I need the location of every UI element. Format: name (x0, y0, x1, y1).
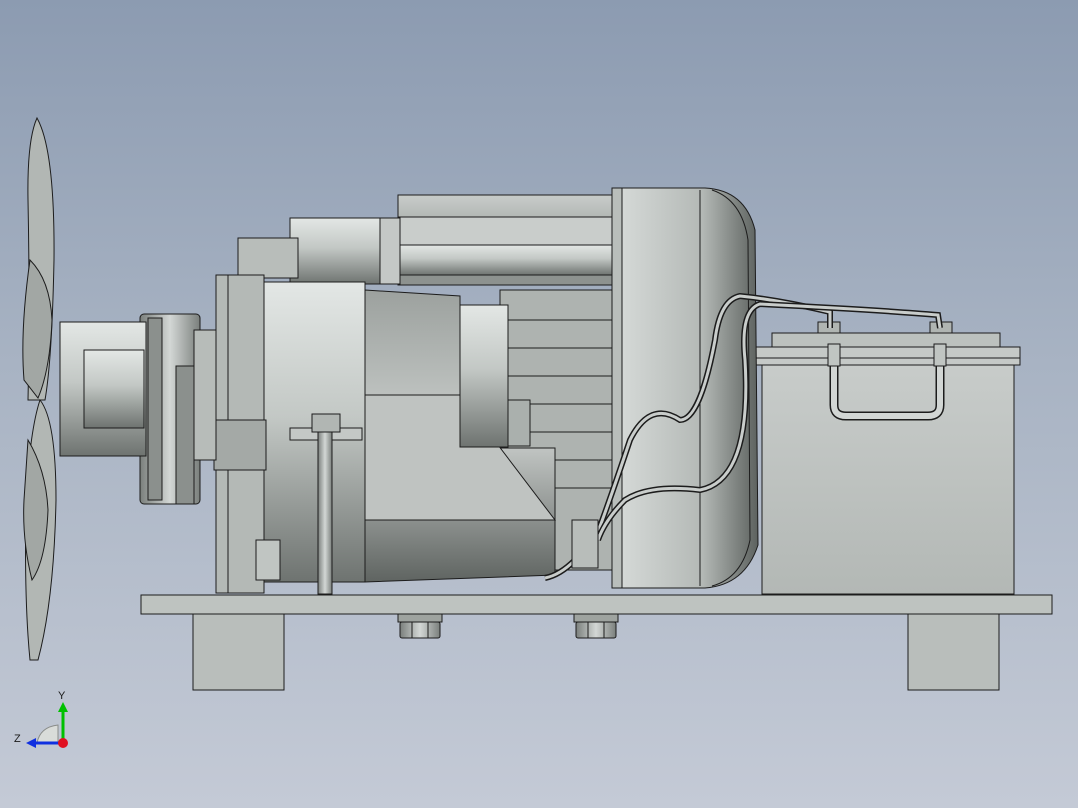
bolt-right[interactable] (573, 613, 619, 639)
y-axis-arrowhead (58, 702, 68, 712)
base-plate[interactable] (140, 594, 1053, 615)
assembly-model[interactable] (0, 0, 1078, 808)
mounting-foot-right[interactable] (907, 613, 1000, 691)
triad-plane-icon (36, 724, 59, 744)
3d-viewport[interactable]: Y Z (0, 0, 1078, 808)
shaft[interactable] (59, 321, 147, 457)
triad-z-label: Z (14, 733, 21, 745)
battery[interactable] (754, 321, 1021, 595)
x-axis-origin (58, 738, 68, 748)
pulley[interactable] (139, 313, 217, 505)
triad-y-label: Y (58, 690, 66, 702)
orientation-triad[interactable]: Y Z (10, 685, 80, 755)
fan[interactable] (22, 116, 57, 661)
bolt-left[interactable] (397, 613, 443, 639)
mounting-foot-left[interactable] (192, 613, 285, 691)
z-axis-arrowhead (26, 738, 36, 748)
